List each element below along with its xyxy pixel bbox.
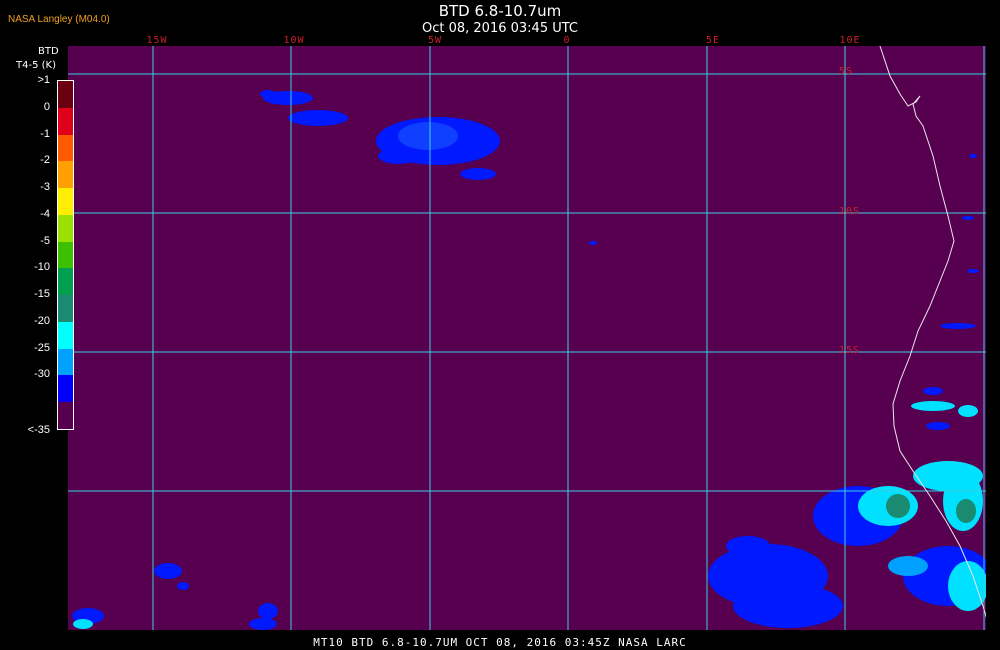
legend-swatch [58, 188, 73, 215]
legend-swatch [58, 161, 73, 189]
legend-title: BTD [38, 46, 59, 57]
legend-swatch [58, 268, 73, 296]
map-overlay [68, 46, 986, 630]
lon-label-5e: 5E [705, 35, 721, 46]
legend-swatch [58, 402, 73, 429]
legend-tick-label: -10 [34, 261, 50, 274]
legend-tick-label: -5 [40, 234, 50, 247]
legend-tick-label: <-35 [27, 424, 50, 436]
legend-swatch [58, 241, 73, 269]
lon-label-5w: 5W [427, 35, 443, 46]
legend-tick-label: -25 [34, 341, 50, 354]
lon-label-0: 0 [563, 35, 571, 46]
lon-label-15w: 15W [146, 35, 168, 46]
legend-swatch [58, 134, 73, 162]
footer-caption: MT10 BTD 6.8-10.7UM OCT 08, 2016 03:45Z … [313, 636, 687, 649]
lon-label-10w: 10W [283, 35, 305, 46]
legend-tick-label: -20 [34, 314, 50, 327]
legend-tick-label: -2 [40, 154, 50, 167]
legend-swatch [58, 295, 73, 322]
legend-colorbar [57, 80, 74, 430]
legend-swatch [58, 375, 73, 403]
legend-tick-label: -15 [34, 288, 50, 301]
legend-units: T4-5 (K) [16, 60, 56, 71]
lon-label-10e: 10E [839, 35, 861, 46]
satellite-image-map[interactable] [68, 46, 986, 630]
product-timestamp: Oct 08, 2016 03:45 UTC [422, 21, 578, 36]
lat-label-5s: 5S [839, 66, 854, 77]
legend-swatch [58, 214, 73, 242]
legend-tick-label: -30 [34, 368, 50, 381]
product-title: BTD 6.8-10.7um [438, 2, 562, 20]
legend-swatch [58, 348, 73, 376]
legend-swatch [58, 81, 73, 108]
btd-cloud-features [72, 90, 986, 630]
legend-swatch [58, 107, 73, 135]
legend-tick-label: -4 [40, 207, 50, 220]
legend-tick-label: 0 [43, 100, 50, 113]
lat-label-15s: 15S [839, 345, 861, 356]
legend-swatch [58, 321, 73, 349]
legend-tick-label: >1 [37, 74, 50, 86]
lat-label-10s: 10S [839, 206, 861, 217]
legend-tick-label: -3 [40, 181, 50, 194]
legend-tick-label: -1 [40, 127, 50, 140]
